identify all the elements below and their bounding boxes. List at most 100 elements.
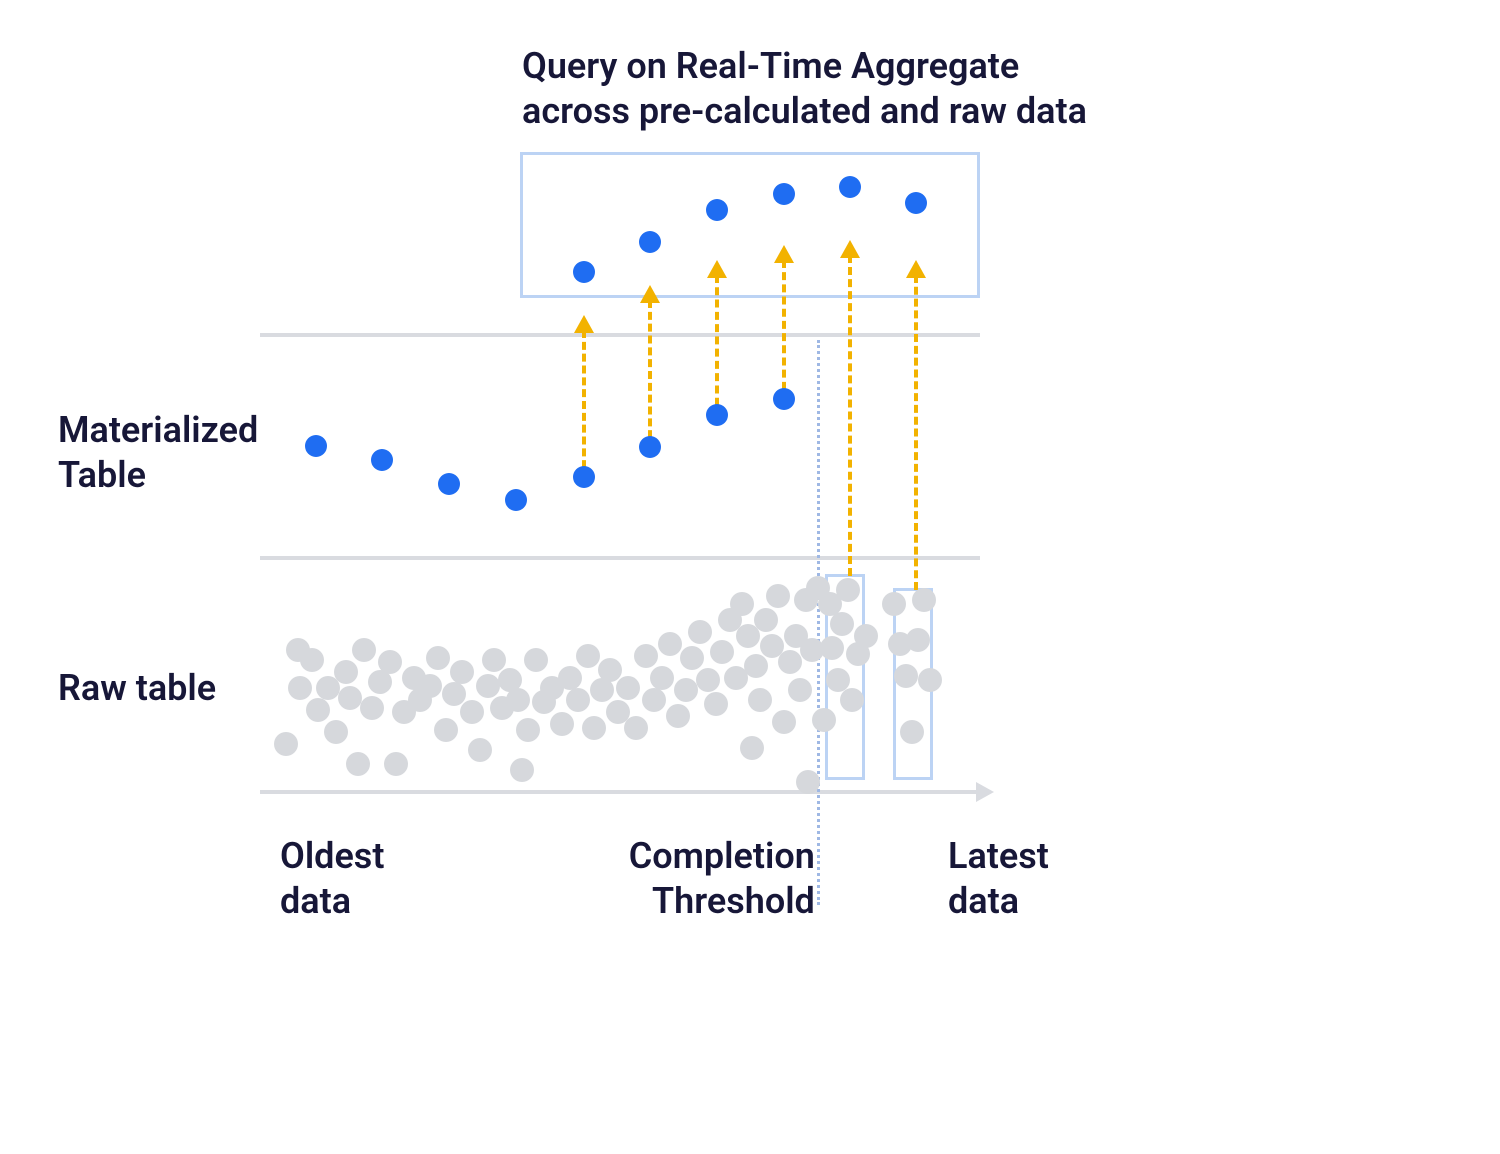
raw-dot bbox=[566, 688, 590, 712]
materialized-dot bbox=[305, 435, 327, 457]
raw-dot bbox=[796, 770, 820, 794]
completion-threshold-label: Completion Threshold bbox=[628, 834, 815, 924]
materialized-table-label: Materialized Table bbox=[58, 408, 258, 498]
aggregation-arrow-head bbox=[574, 315, 594, 333]
raw-dot bbox=[550, 712, 574, 736]
raw-dot bbox=[506, 688, 530, 712]
raw-dot bbox=[426, 646, 450, 670]
raw-dot bbox=[894, 664, 918, 688]
raw-dot bbox=[900, 720, 924, 744]
diagram-title: Query on Real-Time Aggregate across pre-… bbox=[522, 44, 1087, 134]
raw-dot bbox=[510, 758, 534, 782]
raw-dot bbox=[674, 678, 698, 702]
raw-dot bbox=[324, 720, 348, 744]
raw-dot bbox=[306, 698, 330, 722]
section-divider bbox=[260, 333, 980, 337]
aggregation-arrow-head bbox=[707, 260, 727, 278]
raw-dot bbox=[442, 682, 466, 706]
materialized-dot bbox=[706, 404, 728, 426]
raw-dot bbox=[450, 660, 474, 684]
raw-dot bbox=[576, 644, 600, 668]
raw-dot bbox=[836, 578, 860, 602]
aggregate-dot bbox=[706, 199, 728, 221]
raw-dot bbox=[840, 688, 864, 712]
section-divider bbox=[260, 556, 980, 560]
aggregate-dot bbox=[905, 192, 927, 214]
raw-dot bbox=[666, 704, 690, 728]
raw-dot bbox=[696, 668, 720, 692]
raw-dot bbox=[854, 624, 878, 648]
raw-dot bbox=[754, 608, 778, 632]
raw-dot bbox=[748, 688, 772, 712]
latest-line-2: data bbox=[948, 880, 1019, 922]
raw-dot bbox=[334, 660, 358, 684]
materialized-dot bbox=[573, 466, 595, 488]
raw-label-text: Raw table bbox=[58, 667, 216, 709]
aggregation-arrow-head bbox=[906, 260, 926, 278]
raw-dot bbox=[740, 736, 764, 760]
raw-dot bbox=[906, 628, 930, 652]
aggregate-dot bbox=[639, 231, 661, 253]
latest-data-label: Latest data bbox=[948, 834, 1049, 924]
aggregation-arrow-line bbox=[582, 330, 586, 480]
aggregation-arrow-line bbox=[715, 275, 719, 418]
raw-dot bbox=[274, 732, 298, 756]
raw-dot bbox=[830, 612, 854, 636]
raw-dot bbox=[524, 648, 548, 672]
raw-dot bbox=[918, 668, 942, 692]
raw-dot bbox=[476, 674, 500, 698]
materialized-dot bbox=[505, 489, 527, 511]
raw-dot bbox=[820, 636, 844, 660]
raw-dot bbox=[812, 708, 836, 732]
raw-dot bbox=[730, 592, 754, 616]
raw-dot bbox=[360, 696, 384, 720]
raw-dot bbox=[378, 650, 402, 674]
raw-dot bbox=[598, 658, 622, 682]
raw-dot bbox=[882, 592, 906, 616]
raw-dot bbox=[624, 716, 648, 740]
materialized-label-line-1: Materialized bbox=[58, 409, 258, 451]
raw-dot bbox=[288, 676, 312, 700]
materialized-dot bbox=[371, 449, 393, 471]
diagram-root: Query on Real-Time Aggregate across pre-… bbox=[0, 0, 1500, 1154]
raw-dot bbox=[582, 716, 606, 740]
raw-dot bbox=[710, 640, 734, 664]
threshold-line-2: Threshold bbox=[628, 880, 815, 922]
aggregation-arrow-line bbox=[648, 300, 652, 450]
aggregate-dot bbox=[839, 176, 861, 198]
title-line-2: across pre-calculated and raw data bbox=[522, 90, 1087, 132]
aggregate-dot bbox=[573, 261, 595, 283]
materialized-dot bbox=[438, 473, 460, 495]
materialized-dot bbox=[639, 436, 661, 458]
raw-dot bbox=[704, 692, 728, 716]
raw-dot bbox=[434, 718, 458, 742]
raw-dot bbox=[680, 646, 704, 670]
raw-dot bbox=[778, 650, 802, 674]
time-axis-arrowhead bbox=[976, 782, 994, 802]
raw-dot bbox=[616, 676, 640, 700]
time-axis bbox=[260, 790, 978, 794]
raw-dot bbox=[772, 710, 796, 734]
raw-dot bbox=[688, 620, 712, 644]
raw-dot bbox=[642, 688, 666, 712]
raw-dot bbox=[650, 666, 674, 690]
latest-line-1: Latest bbox=[948, 835, 1049, 877]
raw-dot bbox=[558, 666, 582, 690]
raw-dot bbox=[468, 738, 492, 762]
aggregation-arrow-line bbox=[782, 260, 786, 402]
raw-dot bbox=[352, 638, 376, 662]
raw-dot bbox=[418, 674, 442, 698]
raw-table-label: Raw table bbox=[58, 666, 216, 711]
threshold-line-1: Completion bbox=[629, 835, 815, 877]
raw-dot bbox=[300, 648, 324, 672]
oldest-data-label: Oldest data bbox=[280, 834, 384, 924]
raw-dot bbox=[744, 654, 768, 678]
raw-dot bbox=[766, 584, 790, 608]
raw-dot bbox=[384, 752, 408, 776]
raw-dot bbox=[460, 700, 484, 724]
raw-dot bbox=[516, 718, 540, 742]
oldest-line-1: Oldest bbox=[280, 835, 384, 877]
aggregation-arrow-head bbox=[840, 240, 860, 258]
aggregation-arrow-head bbox=[774, 245, 794, 263]
materialized-dot bbox=[773, 388, 795, 410]
